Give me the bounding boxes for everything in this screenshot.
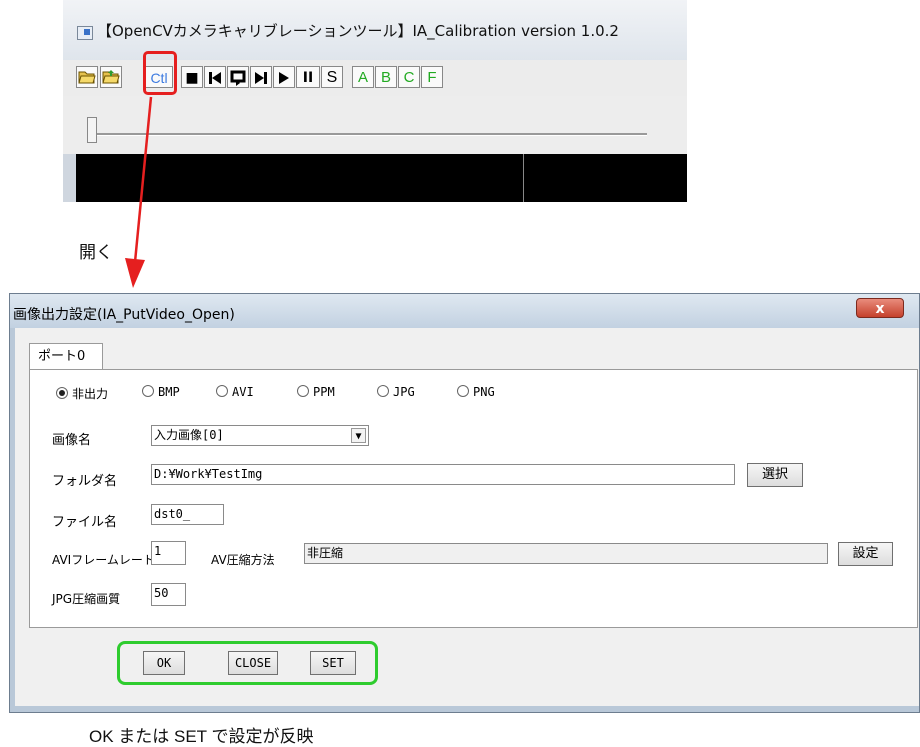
dialog-title: 画像出力設定(IA_PutVideo_Open) (13, 307, 235, 323)
image-name-value: 入力画像[0] (154, 428, 224, 442)
image-name-label: 画像名 (52, 433, 92, 448)
tab-port0[interactable]: ポート0 (29, 343, 103, 369)
radio-ppm[interactable]: PPM (297, 385, 335, 399)
jpg-quality-input[interactable]: 50 (151, 583, 186, 606)
close-icon: x (875, 301, 885, 317)
radio-avi[interactable]: AVI (216, 385, 254, 399)
jpg-quality-label: JPG圧縮画質 (52, 592, 121, 606)
file-name-input[interactable]: dst0_ (151, 504, 224, 525)
radio-icon (216, 385, 228, 397)
radio-icon (377, 385, 389, 397)
compression-settings-button[interactable]: 設定 (838, 542, 893, 566)
radio-png[interactable]: PNG (457, 385, 495, 399)
ok-set-highlight-box (117, 641, 378, 685)
radio-icon (142, 385, 154, 397)
radio-bmp[interactable]: BMP (142, 385, 180, 399)
bottom-note: OK または SET で設定が反映 (89, 727, 314, 746)
avi-framerate-label: AVIフレームレート (52, 553, 155, 567)
radio-label: PPM (313, 385, 335, 399)
image-name-select[interactable]: 入力画像[0] ▼ (151, 425, 369, 446)
radio-label: JPG (393, 385, 415, 399)
radio-no-output[interactable]: 非出力 (56, 385, 108, 402)
radio-icon (297, 385, 309, 397)
radio-label: BMP (158, 385, 180, 399)
avi-framerate-input[interactable]: 1 (151, 541, 186, 565)
radio-label: 非出力 (72, 387, 109, 401)
select-folder-button[interactable]: 選択 (747, 463, 803, 487)
dialog-close-button[interactable]: x (856, 298, 904, 318)
file-label: ファイル名 (52, 515, 118, 530)
folder-label: フォルダ名 (52, 474, 118, 489)
folder-input[interactable]: D:¥Work¥TestImg (151, 464, 735, 485)
av-compression-field: 非圧縮 (304, 543, 828, 564)
radio-icon (457, 385, 469, 397)
radio-label: PNG (473, 385, 495, 399)
radio-label: AVI (232, 385, 254, 399)
radio-selected-icon (56, 387, 68, 399)
radio-jpg[interactable]: JPG (377, 385, 415, 399)
av-compression-label: AV圧縮方法 (211, 553, 275, 567)
open-annotation: 開く (79, 243, 113, 262)
chevron-down-icon[interactable]: ▼ (351, 428, 366, 443)
